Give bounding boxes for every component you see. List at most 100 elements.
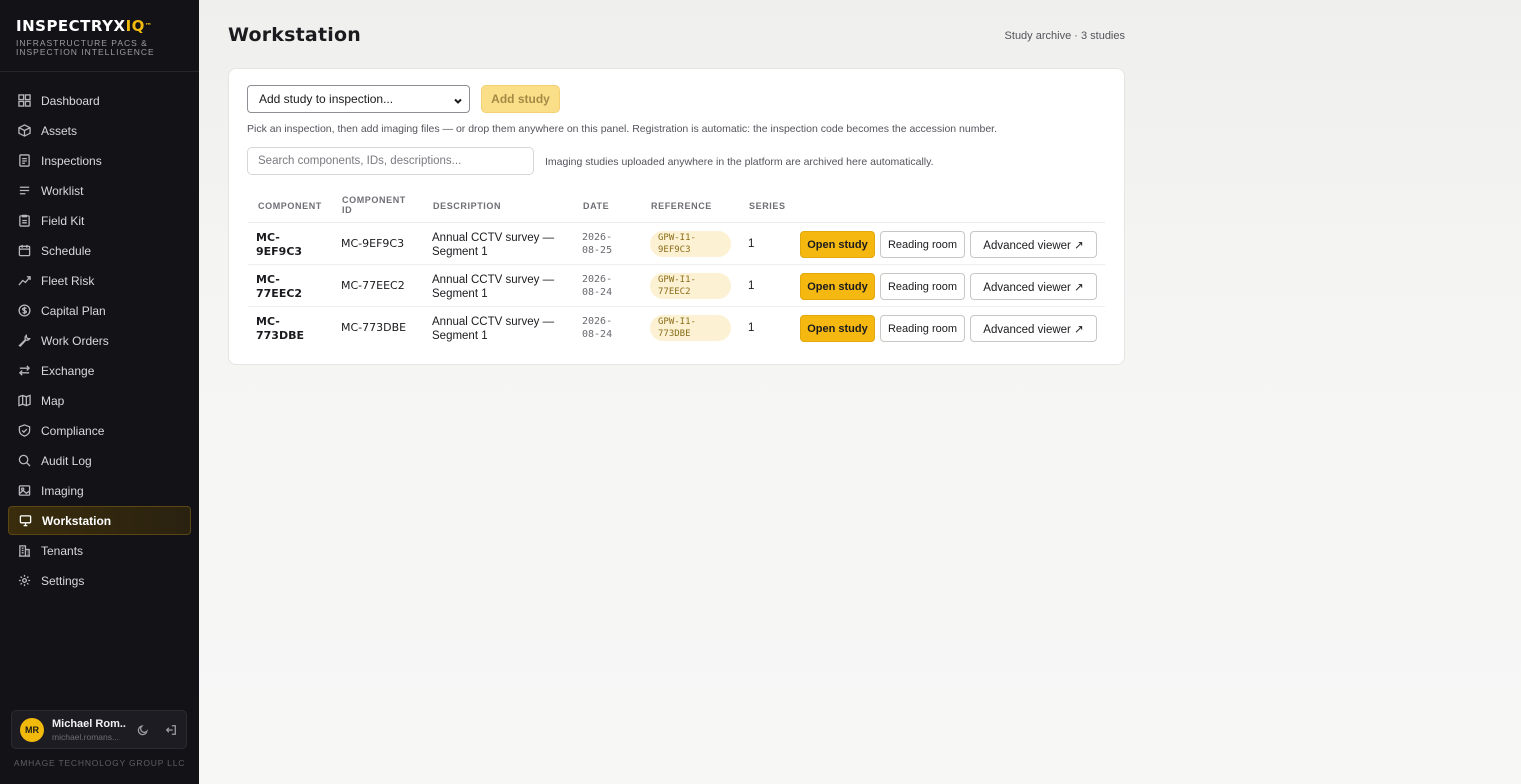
description-line2: Segment 1 <box>432 330 488 342</box>
component-id-cell: MC-77EEC2 <box>341 279 405 292</box>
col-header-series[interactable]: SERIES <box>749 201 786 211</box>
sidebar-item-label: Tenants <box>41 543 84 558</box>
table-row[interactable]: MC- 773DBE MC-773DBE Annual CCTV survey —… <box>248 307 1105 349</box>
dashboard-icon <box>17 94 31 108</box>
add-study-button[interactable]: Add study <box>481 85 560 113</box>
sidebar-item-label: Fleet Risk <box>41 273 95 288</box>
workstation-panel[interactable]: Add study to inspection... Add study Pic… <box>228 68 1125 365</box>
map-icon <box>17 394 31 408</box>
sidebar-item-exchange[interactable]: Exchange <box>8 356 191 385</box>
reference-badge: GPW-I1- 9EF9C3 <box>650 231 731 257</box>
sidebar-item-label: Exchange <box>41 363 95 378</box>
theme-toggle-moon-icon[interactable] <box>132 719 154 741</box>
sidebar-item-worklist[interactable]: Worklist <box>8 176 191 205</box>
search-note: Imaging studies uploaded anywhere in the… <box>545 156 934 168</box>
sidebar-item-compliance[interactable]: Compliance <box>8 416 191 445</box>
sidebar-item-workstation[interactable]: Workstation <box>8 506 191 535</box>
reading-room-button[interactable]: Reading room <box>880 231 965 258</box>
sidebar-item-audit-log[interactable]: Audit Log <box>8 446 191 475</box>
sidebar-item-label: Compliance <box>41 423 105 438</box>
table-row[interactable]: MC- 77EEC2 MC-77EEC2 Annual CCTV survey —… <box>248 265 1105 307</box>
sidebar-item-inspections[interactable]: Inspections <box>8 146 191 175</box>
col-header-component-id[interactable]: COMPONENT ID <box>342 195 406 215</box>
logout-icon[interactable] <box>160 719 182 741</box>
image-icon <box>17 484 31 498</box>
search-input[interactable]: Search components, IDs, descriptions... <box>247 147 534 175</box>
open-study-button[interactable]: Open study <box>800 231 875 258</box>
table-header: COMPONENT COMPONENT ID DESCRIPTION DATE … <box>248 191 1105 223</box>
calendar-icon <box>17 244 31 258</box>
col-header-date[interactable]: DATE <box>583 201 609 211</box>
open-study-button[interactable]: Open study <box>800 273 875 300</box>
advanced-viewer-button[interactable]: Advanced viewer ↗ <box>970 273 1097 300</box>
component-cell: MC- 9EF9C3 <box>256 231 326 259</box>
description-line1: Annual CCTV survey — <box>432 274 555 286</box>
sidebar-item-label: Schedule <box>41 243 92 258</box>
avatar: MR <box>20 717 44 742</box>
date-line2: 08-25 <box>582 245 613 256</box>
user-info: Michael Rom... michael.romans... <box>52 718 126 742</box>
brand-logo[interactable]: INSPECTRYXIQ™ <box>16 17 183 35</box>
brand-tm: ™ <box>144 22 153 30</box>
brand-tagline: INFRASTRUCTURE PACS & INSPECTION INTELLI… <box>16 39 183 57</box>
sidebar-item-label: Inspections <box>41 153 102 168</box>
monitor-icon <box>18 514 32 528</box>
date-line2: 08-24 <box>582 287 613 298</box>
sidebar-item-work-orders[interactable]: Work Orders <box>8 326 191 355</box>
reference-line2: 77EEC2 <box>658 287 691 297</box>
component-line1: MC- <box>256 315 280 328</box>
date-cell: 2026- 08-24 <box>582 315 632 341</box>
component-line2: 773DBE <box>256 329 304 342</box>
open-study-button[interactable]: Open study <box>800 315 875 342</box>
company-footer: AMHAGE TECHNOLOGY GROUP LLC <box>13 758 186 768</box>
sidebar-item-field-kit[interactable]: Field Kit <box>8 206 191 235</box>
reference-badge: GPW-I1- 773DBE <box>650 315 731 341</box>
sidebar-item-tenants[interactable]: Tenants <box>8 536 191 565</box>
inspection-select-value: Add study to inspection... <box>259 92 394 106</box>
sidebar-item-map[interactable]: Map <box>8 386 191 415</box>
col-header-component-id-line2: ID <box>342 205 353 215</box>
component-id-cell: MC-773DBE <box>341 321 407 334</box>
component-cell: MC- 773DBE <box>256 315 326 343</box>
studies-table: COMPONENT COMPONENT ID DESCRIPTION DATE … <box>248 191 1105 349</box>
clipboard-icon <box>17 214 31 228</box>
date-line2: 08-24 <box>582 329 613 340</box>
sidebar-item-imaging[interactable]: Imaging <box>8 476 191 505</box>
sidebar-item-settings[interactable]: Settings <box>8 566 191 595</box>
component-line1: MC- <box>256 273 280 286</box>
inspection-select[interactable]: Add study to inspection... <box>247 85 470 113</box>
sidebar-item-assets[interactable]: Assets <box>8 116 191 145</box>
component-id-cell: MC-9EF9C3 <box>341 237 405 250</box>
sidebar-item-dashboard[interactable]: Dashboard <box>8 86 191 115</box>
sidebar-item-label: Field Kit <box>41 213 85 228</box>
col-header-reference[interactable]: REFERENCE <box>651 201 712 211</box>
description-cell: Annual CCTV survey — Segment 1 <box>432 231 572 259</box>
sidebar-item-capital-plan[interactable]: Capital Plan <box>8 296 191 325</box>
brand-accent: IQ <box>125 17 145 35</box>
reference-line1: GPW-I1- <box>658 317 696 327</box>
sidebar-item-schedule[interactable]: Schedule <box>8 236 191 265</box>
sidebar-item-label: Settings <box>41 573 85 588</box>
user-card[interactable]: MR Michael Rom... michael.romans... <box>11 710 187 749</box>
page-title: Workstation <box>228 24 361 46</box>
building-icon <box>17 544 31 558</box>
list-icon <box>17 184 31 198</box>
col-header-description[interactable]: DESCRIPTION <box>433 201 501 211</box>
box-icon <box>17 124 31 138</box>
reading-room-button[interactable]: Reading room <box>880 273 965 300</box>
date-cell: 2026- 08-24 <box>582 273 632 299</box>
main-content: Workstation Study archive · 3 studies Ad… <box>199 0 1521 784</box>
col-header-component[interactable]: COMPONENT <box>258 201 322 211</box>
dollar-icon <box>17 304 31 318</box>
trend-icon <box>17 274 31 288</box>
table-row[interactable]: MC- 9EF9C3 MC-9EF9C3 Annual CCTV survey —… <box>248 223 1105 265</box>
reading-room-button[interactable]: Reading room <box>880 315 965 342</box>
advanced-viewer-button[interactable]: Advanced viewer ↗ <box>970 315 1097 342</box>
sidebar-item-label: Map <box>41 393 65 408</box>
sidebar-item-fleet-risk[interactable]: Fleet Risk <box>8 266 191 295</box>
component-cell: MC- 77EEC2 <box>256 273 326 301</box>
reference-line2: 773DBE <box>658 329 691 339</box>
advanced-viewer-button[interactable]: Advanced viewer ↗ <box>970 231 1097 258</box>
swap-icon <box>17 364 31 378</box>
archive-count: Study archive · 3 studies <box>1004 30 1125 42</box>
